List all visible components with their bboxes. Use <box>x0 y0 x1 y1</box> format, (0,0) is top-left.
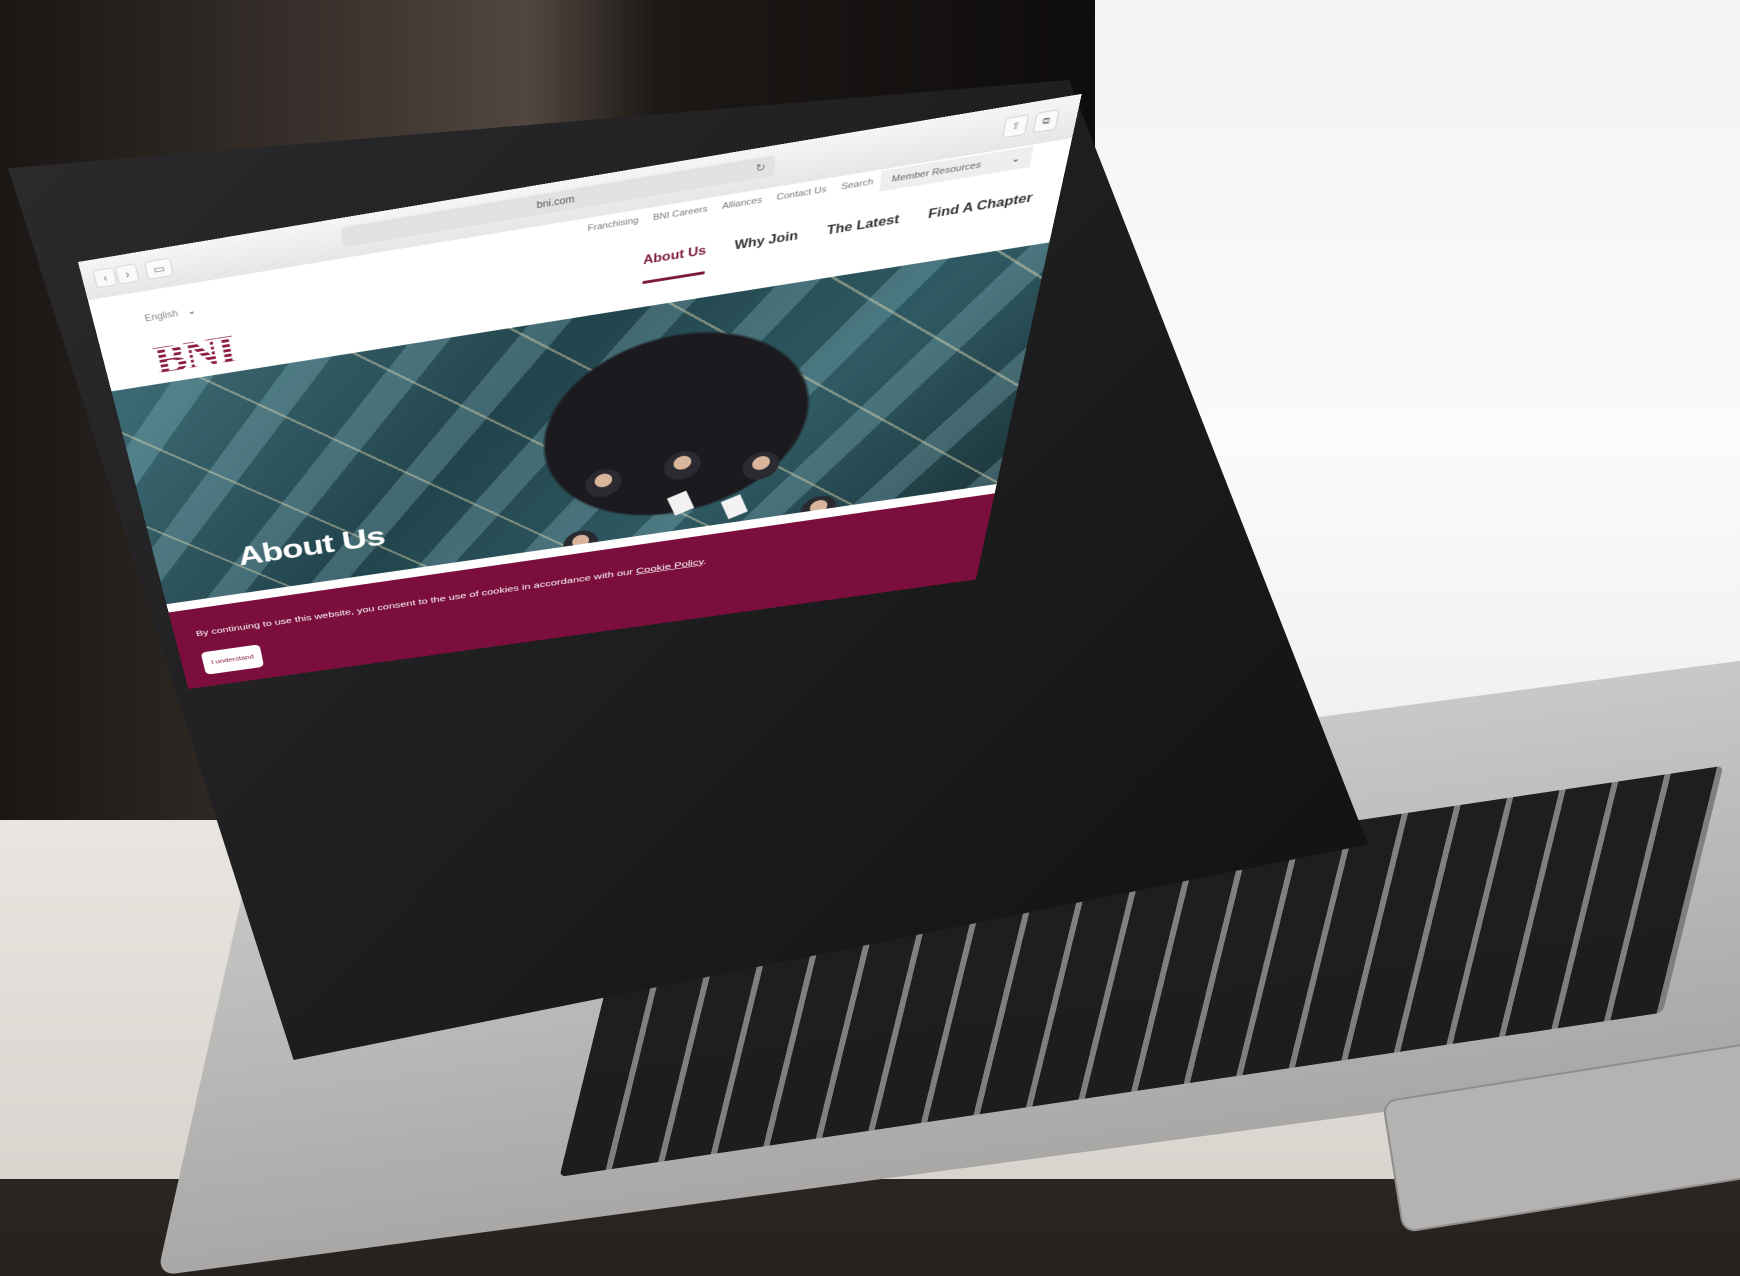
url-text: bni.com <box>536 193 574 210</box>
language-selector[interactable]: English ⌄ <box>144 305 197 323</box>
chevron-down-icon: ⌄ <box>186 305 197 316</box>
photo-person <box>742 449 781 482</box>
cookie-message-suffix: . <box>703 557 707 567</box>
photo-person <box>664 449 702 482</box>
cookie-accept-button[interactable]: I understand <box>201 644 264 675</box>
nav-why-join[interactable]: Why Join <box>734 229 799 253</box>
photo-paper <box>721 494 748 519</box>
chevron-down-icon: ⌄ <box>1010 148 1023 171</box>
nav-about-us[interactable]: About Us <box>643 244 706 268</box>
tabs-icon: ⧉ <box>1041 116 1051 127</box>
back-button[interactable]: ‹ <box>93 267 118 288</box>
tabs-button[interactable]: ⧉ <box>1033 109 1060 133</box>
sidebar-icon: ▭ <box>152 262 166 276</box>
utility-link-alliances[interactable]: Alliances <box>722 195 763 211</box>
browser-actions: ⇪ ⧉ <box>1002 109 1060 138</box>
forward-button[interactable]: › <box>115 263 140 284</box>
utility-link-franchising[interactable]: Franchising <box>588 216 639 234</box>
sidebar-button[interactable]: ▭ <box>144 258 174 280</box>
cookie-policy-link[interactable]: Cookie Policy <box>636 557 704 576</box>
language-label: English <box>144 308 179 323</box>
hero-title: About Us <box>235 520 387 571</box>
nav-the-latest[interactable]: The Latest <box>826 213 900 239</box>
share-icon: ⇪ <box>1010 121 1021 133</box>
photo-paper <box>667 491 694 516</box>
chevron-right-icon: › <box>124 268 131 281</box>
nav-find-a-chapter[interactable]: Find A Chapter <box>927 191 1034 222</box>
share-button[interactable]: ⇪ <box>1002 114 1029 138</box>
utility-link-contact[interactable]: Contact Us <box>776 185 827 203</box>
reload-icon[interactable]: ↻ <box>755 156 767 179</box>
utility-link-search[interactable]: Search <box>841 177 874 192</box>
photo-person <box>585 467 621 500</box>
chevron-left-icon: ‹ <box>102 271 109 283</box>
utility-link-careers[interactable]: BNI Careers <box>653 204 708 222</box>
